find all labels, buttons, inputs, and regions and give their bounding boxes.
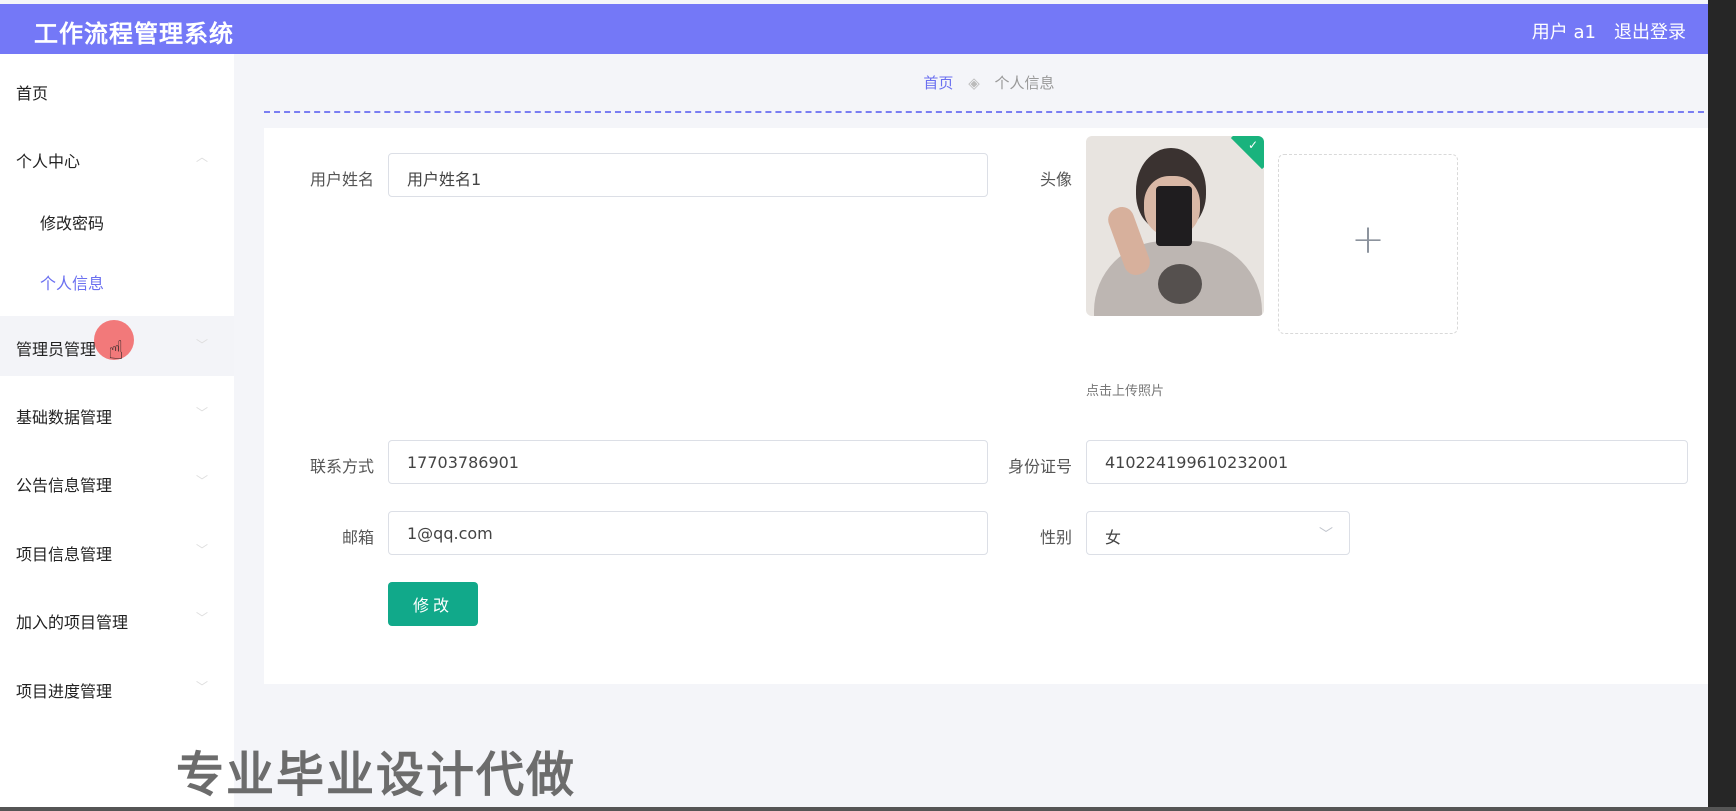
contact-label: 联系方式 [309,457,374,476]
breadcrumb: 首页 ◈ 个人信息 [264,72,1714,112]
sidebar-item-label: 公告信息管理 [16,476,113,495]
app-screen: 工作流程管理系统 用户 a1 退出登录 首页 个人中心 ︿ 修改密码 个人信息 … [0,0,1736,811]
plus-icon: + [1351,217,1385,263]
chevron-down-icon: ﹀ [195,474,208,488]
sidebar-item-personal-info[interactable]: 个人信息 [0,250,234,310]
logout-link[interactable]: 退出登录 [1614,18,1686,44]
sidebar-item-label: 个人中心 [16,152,81,171]
username-label: 用户姓名 [309,170,374,189]
upload-photo-button[interactable]: + [1278,154,1458,334]
window-edge [1708,0,1736,811]
sidebar-item-project-progress[interactable]: 项目进度管理 ﹀ [0,658,234,718]
sidebar-item-label: 个人信息 [40,274,105,293]
watermark-text: 专业毕业设计代做 [176,747,577,803]
sidebar-item-label: 修改密码 [40,214,105,233]
sidebar-item-basic-data[interactable]: 基础数据管理 ﹀ [0,384,234,444]
sidebar-item-label: 加入的项目管理 [16,613,129,632]
contact-field[interactable]: 17703786901 [388,440,988,484]
sidebar-item-personal-center[interactable]: 个人中心 ︿ [0,128,234,188]
idcard-field[interactable]: 410224199610232001 [1086,440,1688,484]
sidebar-item-label: 项目信息管理 [16,545,113,564]
hand-pointer-icon: ☝ [108,336,124,366]
sidebar-item-home[interactable]: 首页 [0,60,234,120]
avatar-image[interactable]: ✓ [1086,136,1264,316]
breadcrumb-current: 个人信息 [994,74,1055,92]
sidebar-item-label: 首页 [16,84,49,103]
upload-hint-text: 点击上传照片 [1086,384,1165,399]
sidebar: 首页 个人中心 ︿ 修改密码 个人信息 管理员管理 ﹀ 基础数据管理 ﹀ 公告信… [0,54,234,807]
breadcrumb-separator-icon: ◈ [968,74,980,92]
breadcrumb-divider [264,111,1714,113]
chevron-down-icon: ﹀ [1319,527,1333,543]
check-icon: ✓ [1247,138,1258,152]
sidebar-item-label: 基础数据管理 [16,408,113,427]
current-user-label[interactable]: 用户 a1 [1532,18,1596,44]
sidebar-item-change-password[interactable]: 修改密码 [0,190,234,250]
sidebar-item-projects[interactable]: 项目信息管理 ﹀ [0,521,234,581]
profile-form-panel: 用户姓名 用户姓名1 头像 ✓ + 点击上传照片 联系方式 1770378690… [264,128,1714,684]
gender-select[interactable]: 女 ﹀ [1086,511,1350,555]
chevron-down-icon: ﹀ [195,543,208,557]
sidebar-item-label: 项目进度管理 [16,682,113,701]
breadcrumb-home-link[interactable]: 首页 [923,74,953,92]
app-title: 工作流程管理系统 [34,20,234,48]
sidebar-item-label: 管理员管理 [16,340,97,359]
chevron-down-icon: ﹀ [195,338,208,352]
sidebar-item-announcements[interactable]: 公告信息管理 ﹀ [0,452,234,512]
chevron-up-icon: ︿ [195,150,208,164]
chevron-down-icon: ﹀ [195,680,208,694]
submit-button[interactable]: 修改 [388,582,478,626]
chevron-down-icon: ﹀ [195,406,208,420]
chevron-down-icon: ﹀ [195,611,208,625]
email-field[interactable]: 1@qq.com [388,511,988,555]
window-bottom-edge [0,807,1736,811]
gender-label: 性别 [1039,528,1072,547]
username-field[interactable]: 用户姓名1 [388,153,988,197]
top-navbar: 工作流程管理系统 用户 a1 退出登录 [0,4,1708,54]
sidebar-item-joined-projects[interactable]: 加入的项目管理 ﹀ [0,589,234,649]
email-label: 邮箱 [341,528,374,547]
idcard-label: 身份证号 [1007,457,1072,476]
avatar-label: 头像 [1039,170,1072,189]
gender-selected-value: 女 [1105,528,1122,547]
